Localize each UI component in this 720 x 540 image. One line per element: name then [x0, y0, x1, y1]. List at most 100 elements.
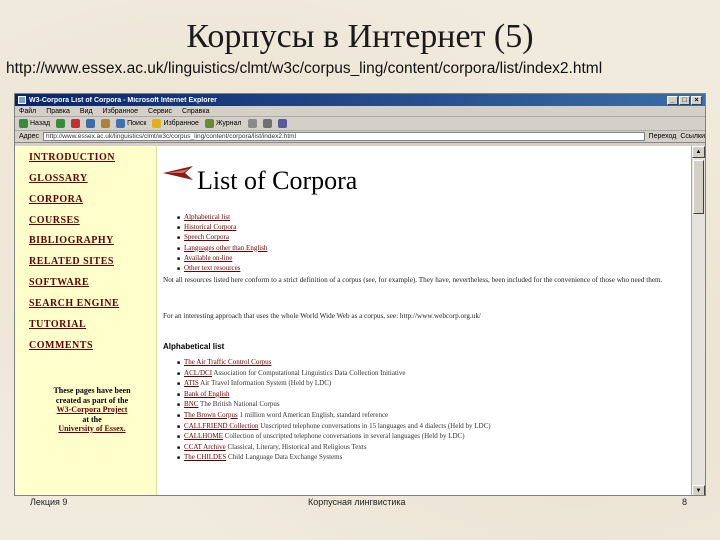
corpus-link[interactable]: CALLFRIEND Collection: [184, 422, 258, 430]
menu-file[interactable]: Файл: [19, 108, 36, 115]
refresh-button[interactable]: [86, 119, 96, 128]
edit-icon: [277, 119, 287, 128]
corpus-desc: 1 million word American English, standar…: [237, 410, 389, 419]
edit-button[interactable]: [277, 119, 287, 128]
scroll-down-icon[interactable]: ▼: [692, 485, 705, 495]
list-item: CALLHOME Collection of unscripted teleph…: [177, 432, 677, 443]
footer-page-number: 8: [682, 497, 688, 507]
corpus-link[interactable]: CCAT Archive: [184, 443, 226, 451]
toc-item[interactable]: Languages other than English: [177, 244, 267, 254]
sidebar-item-courses[interactable]: COURSES: [29, 215, 80, 226]
sidebar-item-search-engine[interactable]: SEARCH ENGINE: [29, 298, 119, 309]
menu-tools[interactable]: Сервис: [148, 108, 172, 115]
list-item: The CHILDES Child Language Data Exchange…: [177, 453, 677, 464]
menu-help[interactable]: Справка: [182, 108, 209, 115]
corpus-desc: The British National Corpus: [198, 400, 280, 409]
alphabetical-heading: Alphabetical list: [163, 342, 225, 351]
toc-item[interactable]: Other text resources: [177, 264, 267, 274]
links-label[interactable]: Ссылки: [680, 133, 705, 140]
corpus-desc: Unscripted telephone conversations in 15…: [258, 421, 491, 430]
list-item: The Brown Corpus 1 million word American…: [177, 411, 677, 422]
scroll-up-icon[interactable]: ▲: [692, 146, 705, 158]
corpus-link[interactable]: The Air Traffic Control Corpus: [184, 358, 271, 366]
history-button[interactable]: Журнал: [204, 119, 242, 128]
sidebar-item-glossary[interactable]: GLOSSARY: [29, 173, 88, 184]
title-bar: W3-Corpora List of Corpora - Microsoft I…: [15, 94, 705, 106]
mail-button[interactable]: [247, 119, 257, 128]
sidebar-item-software[interactable]: SOFTWARE: [29, 277, 89, 288]
print-button[interactable]: [262, 119, 272, 128]
note-line: at the: [82, 414, 102, 424]
arrow-logo-icon: [163, 166, 193, 180]
mail-icon: [247, 119, 257, 128]
list-item: ACL/DCI Association for Computational Li…: [177, 369, 677, 380]
sidebar-item-bibliography[interactable]: BIBLIOGRAPHY: [29, 235, 114, 246]
toolbar: Назад Поиск Избранное Журнал: [15, 117, 705, 131]
history-icon: [204, 119, 214, 128]
webcorp-paragraph: For an interesting approach that uses th…: [163, 312, 481, 320]
corpus-link[interactable]: ACL/DCI: [184, 369, 212, 377]
stop-icon: [71, 119, 81, 128]
slide-url: http://www.essex.ac.uk/linguistics/clmt/…: [6, 60, 603, 77]
list-item: CCAT Archive Classical, Literary, Histor…: [177, 443, 677, 454]
menu-favorites[interactable]: Избранное: [103, 108, 138, 115]
browser-window: W3-Corpora List of Corpora - Microsoft I…: [14, 93, 706, 496]
project-note: These pages have been created as part of…: [33, 386, 151, 434]
close-button[interactable]: ×: [691, 95, 702, 105]
corpus-link[interactable]: The CHILDES: [184, 453, 226, 461]
home-icon: [101, 119, 111, 128]
list-item: BNC The British National Corpus: [177, 400, 677, 411]
search-icon: [116, 119, 126, 128]
address-input[interactable]: http://www.essex.ac.uk/linguistics/clmt/…: [43, 132, 645, 141]
refresh-icon: [86, 119, 96, 128]
footer-lecture: Лекция 9: [30, 497, 68, 507]
page-viewport: INTRODUCTION GLOSSARY CORPORA COURSES BI…: [15, 146, 691, 495]
stop-button[interactable]: [71, 119, 81, 128]
sidebar-item-tutorial[interactable]: TUTORIAL: [29, 319, 86, 330]
favorites-icon: [152, 119, 162, 128]
go-button[interactable]: Переход: [649, 133, 677, 140]
toc-item[interactable]: Speech Corpora: [177, 233, 267, 243]
toc-list: Alphabetical list Historical Corpora Spe…: [177, 213, 267, 274]
toc-item[interactable]: Historical Corpora: [177, 223, 267, 233]
address-label: Адрес: [19, 133, 40, 140]
corpora-list: The Air Traffic Control Corpus ACL/DCI A…: [177, 358, 677, 464]
maximize-button[interactable]: □: [679, 95, 690, 105]
address-bar: Адрес http://www.essex.ac.uk/linguistics…: [15, 131, 705, 143]
list-item: Bank of English: [177, 390, 677, 401]
sidebar-item-comments[interactable]: COMMENTS: [29, 340, 93, 351]
sidebar: INTRODUCTION GLOSSARY CORPORA COURSES BI…: [15, 146, 157, 495]
ie-icon: [18, 96, 26, 104]
sidebar-item-corpora[interactable]: CORPORA: [29, 194, 83, 205]
scroll-thumb[interactable]: [693, 160, 704, 214]
corpus-link[interactable]: Bank of English: [184, 390, 230, 398]
corpus-link[interactable]: The Brown Corpus: [184, 411, 238, 419]
corpus-link[interactable]: CALLHOME: [184, 432, 223, 440]
university-link[interactable]: University of Essex.: [33, 424, 151, 434]
back-arrow-icon: [19, 119, 28, 128]
minimize-button[interactable]: _: [667, 95, 678, 105]
forward-arrow-icon: [56, 119, 66, 128]
sidebar-item-introduction[interactable]: INTRODUCTION: [29, 152, 115, 163]
corpus-link[interactable]: ATIS: [184, 379, 199, 387]
intro-paragraph: Not all resources listed here conform to…: [163, 276, 663, 284]
menu-edit[interactable]: Правка: [46, 108, 70, 115]
menu-view[interactable]: Вид: [80, 108, 93, 115]
menu-bar: Файл Правка Вид Избранное Сервис Справка: [15, 106, 705, 117]
favorites-button[interactable]: Избранное: [152, 119, 199, 128]
project-link[interactable]: W3-Corpora Project: [33, 405, 151, 415]
page-title: List of Corpora: [197, 166, 358, 195]
search-button[interactable]: Поиск: [116, 119, 146, 128]
list-item: The Air Traffic Control Corpus: [177, 358, 677, 369]
vertical-scrollbar[interactable]: ▲ ▼: [691, 146, 705, 495]
corpus-desc: Collection of unscripted telephone conve…: [222, 432, 465, 441]
corpus-link[interactable]: BNC: [184, 400, 198, 408]
home-button[interactable]: [101, 119, 111, 128]
toc-item[interactable]: Alphabetical list: [177, 213, 267, 223]
back-button[interactable]: Назад: [19, 119, 50, 128]
sidebar-item-related-sites[interactable]: RELATED SITES: [29, 256, 114, 267]
toc-item[interactable]: Available on-line: [177, 254, 267, 264]
list-item: ATIS Air Travel Information System (Held…: [177, 379, 677, 390]
forward-button[interactable]: [56, 119, 66, 128]
corpus-desc: Association for Computational Linguistic…: [212, 368, 406, 377]
